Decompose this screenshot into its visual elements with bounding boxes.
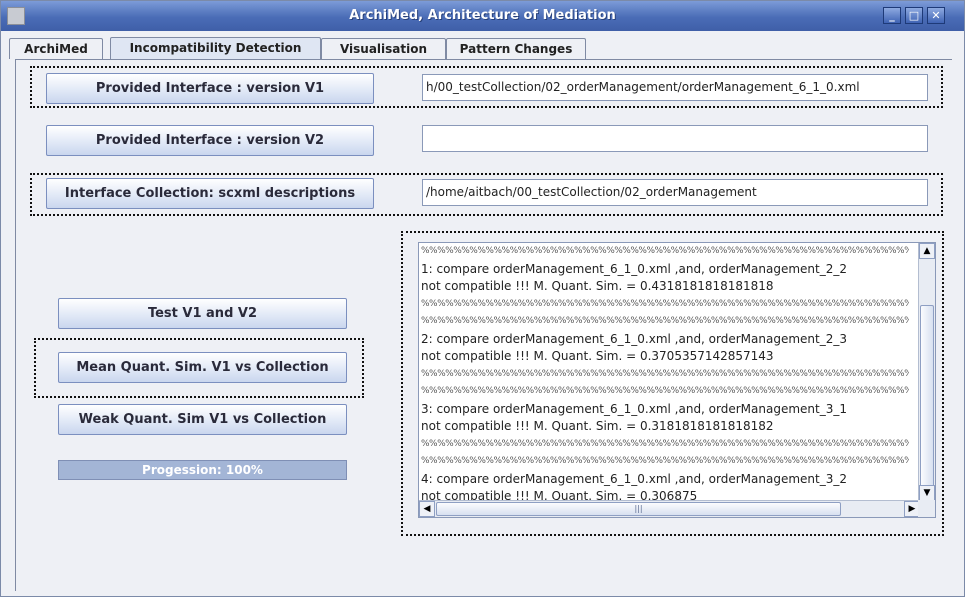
- results-text: %%%%%%%%%%%%%%%%%%%%%%%%%%%%%%%%%%%%%%%%…: [419, 243, 909, 501]
- vertical-scroll-thumb[interactable]: [920, 305, 934, 491]
- title-bar[interactable]: ArchiMed, Architecture of Mediation _ □ …: [1, 1, 964, 31]
- weak-quant-sim-button[interactable]: Weak Quant. Sim V1 vs Collection: [58, 404, 347, 435]
- close-button[interactable]: ✕: [927, 7, 945, 24]
- horizontal-scrollbar[interactable]: ◀ ||| ▶: [419, 500, 920, 517]
- scroll-left-icon[interactable]: ◀: [419, 501, 435, 517]
- mean-quant-sim-button[interactable]: Mean Quant. Sim. V1 vs Collection: [58, 352, 347, 383]
- app-window: ArchiMed, Architecture of Mediation _ □ …: [0, 0, 965, 597]
- scroll-down-icon[interactable]: ▼: [919, 485, 935, 501]
- window-title: ArchiMed, Architecture of Mediation: [349, 8, 616, 23]
- log-separator: %%%%%%%%%%%%%%%%%%%%%%%%%%%%%%%%%%%%%%%%…: [421, 298, 909, 309]
- v1-path-field[interactable]: h/00_testCollection/02_orderManagement/o…: [422, 74, 928, 101]
- tab-visualisation[interactable]: Visualisation: [321, 38, 446, 59]
- log-separator: %%%%%%%%%%%%%%%%%%%%%%%%%%%%%%%%%%%%%%%%…: [421, 438, 909, 449]
- tab-pattern-changes[interactable]: Pattern Changes: [446, 38, 586, 59]
- tab-incompatibility-detection[interactable]: Incompatibility Detection: [110, 37, 321, 60]
- log-separator: %%%%%%%%%%%%%%%%%%%%%%%%%%%%%%%%%%%%%%%%…: [421, 246, 909, 256]
- log-separator: %%%%%%%%%%%%%%%%%%%%%%%%%%%%%%%%%%%%%%%%…: [421, 456, 909, 466]
- test-v1-v2-button[interactable]: Test V1 and V2: [58, 298, 347, 329]
- log-line: 3: compare orderManagement_6_1_0.xml ,an…: [421, 401, 847, 416]
- provided-interface-v1-button[interactable]: Provided Interface : version V1: [46, 73, 374, 104]
- minimize-button[interactable]: _: [883, 7, 901, 24]
- v2-path-field[interactable]: [422, 125, 928, 152]
- progress-bar: Progession: 100%: [58, 460, 347, 480]
- scrollbar-corner: [918, 500, 935, 517]
- log-separator: %%%%%%%%%%%%%%%%%%%%%%%%%%%%%%%%%%%%%%%%…: [421, 316, 909, 326]
- log-line: not compatible !!! M. Quant. Sim. = 0.43…: [421, 279, 774, 293]
- vertical-scrollbar[interactable]: ▲ ▼: [918, 243, 935, 501]
- log-line: not compatible !!! M. Quant. Sim. = 0.37…: [421, 349, 774, 363]
- log-line: not compatible !!! M. Quant. Sim. = 0.31…: [421, 419, 774, 433]
- horizontal-scroll-thumb[interactable]: |||: [436, 502, 841, 516]
- scroll-up-icon[interactable]: ▲: [919, 243, 935, 259]
- tab-archimed[interactable]: ArchiMed: [9, 38, 103, 59]
- log-separator: %%%%%%%%%%%%%%%%%%%%%%%%%%%%%%%%%%%%%%%%…: [421, 368, 909, 379]
- provided-interface-v2-button[interactable]: Provided Interface : version V2: [46, 125, 374, 156]
- log-line: 4: compare orderManagement_6_1_0.xml ,an…: [421, 471, 847, 486]
- interface-collection-button[interactable]: Interface Collection: scxml descriptions: [46, 178, 374, 209]
- log-line: 1: compare orderManagement_6_1_0.xml ,an…: [421, 261, 847, 276]
- log-separator: %%%%%%%%%%%%%%%%%%%%%%%%%%%%%%%%%%%%%%%%…: [421, 386, 909, 396]
- collection-path-field[interactable]: /home/aitbach/00_testCollection/02_order…: [422, 179, 928, 206]
- results-log[interactable]: %%%%%%%%%%%%%%%%%%%%%%%%%%%%%%%%%%%%%%%%…: [418, 242, 936, 518]
- log-line: 2: compare orderManagement_6_1_0.xml ,an…: [421, 331, 847, 346]
- maximize-button[interactable]: □: [905, 7, 923, 24]
